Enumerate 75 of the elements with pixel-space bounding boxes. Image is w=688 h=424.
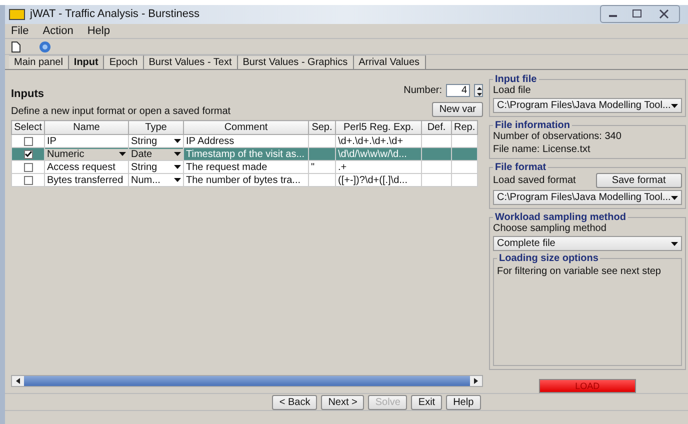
- group-title: Input file: [494, 74, 538, 86]
- caret-icon: [174, 152, 181, 156]
- table-cell: IP Address: [186, 136, 234, 147]
- caret-icon: [174, 165, 181, 170]
- number-label: Number:: [404, 84, 442, 96]
- table-cell: Bytes transferred: [47, 174, 124, 186]
- format-path-dropdown[interactable]: C:\Program Files\Java Modelling Tool...: [493, 190, 682, 206]
- caret-icon: [119, 152, 126, 156]
- nav-button[interactable]: Next >: [321, 394, 364, 410]
- caret-icon: [174, 139, 181, 144]
- column-header[interactable]: Comment: [184, 120, 308, 135]
- nav-button[interactable]: Help: [446, 394, 481, 410]
- checkbox[interactable]: [24, 176, 32, 185]
- table-cell: Access request: [47, 162, 116, 173]
- field-label: Choose sampling method: [493, 223, 608, 234]
- group-title: File format: [494, 162, 548, 174]
- table-cell: \d+.\d+.\d+.\d+: [338, 136, 404, 147]
- new-var-button[interactable]: New var: [432, 102, 483, 118]
- column-header[interactable]: Type: [128, 120, 184, 135]
- group-title: Loading size options: [498, 253, 600, 264]
- left-arrow-icon[interactable]: [16, 378, 20, 384]
- tab[interactable]: Arrival Values: [354, 55, 426, 70]
- spinner-icon[interactable]: [474, 84, 483, 97]
- table-cell: ([+-])?\d+([.]\d...: [338, 174, 408, 186]
- tab[interactable]: Burst Values - Text: [144, 55, 238, 70]
- checkbox[interactable]: [24, 136, 32, 146]
- menu-item[interactable]: Help: [87, 24, 110, 37]
- sampling-method-dropdown[interactable]: Complete file: [493, 236, 682, 252]
- app-logo-icon: [9, 8, 25, 20]
- tab[interactable]: Burst Values - Graphics: [238, 55, 354, 70]
- file-path-dropdown[interactable]: C:\Program Files\Java Modelling Tool...: [493, 98, 682, 114]
- table-cell: The number of bytes tra...: [186, 174, 300, 186]
- menu-item[interactable]: File: [11, 24, 29, 37]
- right-arrow-icon[interactable]: [474, 378, 478, 384]
- tab[interactable]: Epoch: [104, 55, 144, 70]
- table-cell: Timestamp of the visit as...: [186, 148, 305, 160]
- caret-icon: [670, 242, 678, 246]
- number-field[interactable]: 4: [446, 84, 470, 97]
- column-header[interactable]: Perl5 Reg. Exp.: [336, 120, 422, 135]
- tab[interactable]: Main panel: [9, 55, 69, 70]
- caret-icon: [670, 196, 678, 200]
- menu-item[interactable]: Action: [42, 24, 74, 37]
- column-header[interactable]: Select: [12, 120, 44, 135]
- table-cell: ": [311, 162, 315, 173]
- table-cell: .+: [338, 162, 347, 173]
- checkbox[interactable]: [24, 150, 32, 159]
- group-title: Workload sampling method: [494, 212, 627, 224]
- column-header[interactable]: Name: [44, 120, 128, 135]
- table-cell: \d\d/\w\w\w/\d...: [338, 148, 407, 160]
- horizontal-scrollbar[interactable]: [11, 375, 483, 388]
- column-header[interactable]: Rep.: [452, 120, 478, 135]
- info-text: Number of observations: 340: [493, 131, 622, 142]
- save-format-button[interactable]: Save format: [596, 173, 682, 188]
- name-dropdown[interactable]: Numeric: [46, 148, 128, 160]
- section-subtitle: Define a new input format or open a saved format: [11, 106, 231, 118]
- column-header[interactable]: Def.: [422, 120, 452, 135]
- field-label: Load saved format: [493, 175, 576, 186]
- hint-text: For filtering on variable see next step: [497, 266, 662, 278]
- window-title: jWAT - Traffic Analysis - Burstiness: [30, 8, 200, 20]
- group-title: File information: [494, 120, 571, 132]
- section-title: Inputs: [11, 88, 44, 100]
- column-header[interactable]: Sep.: [308, 120, 336, 135]
- caret-icon: [174, 178, 181, 182]
- type-dropdown[interactable]: Date: [130, 148, 182, 160]
- field-label: Load file: [493, 85, 532, 96]
- new-file-icon[interactable]: [11, 40, 21, 53]
- table-cell: The request made: [186, 162, 268, 173]
- info-text: File name: License.txt: [493, 144, 592, 156]
- tab[interactable]: Input: [68, 55, 104, 70]
- nav-button[interactable]: Exit: [411, 394, 442, 410]
- table-cell: IP: [47, 136, 56, 147]
- help-icon[interactable]: [39, 40, 51, 53]
- caret-icon: [670, 104, 678, 108]
- checkbox[interactable]: [24, 162, 32, 172]
- nav-button[interactable]: < Back: [272, 394, 318, 410]
